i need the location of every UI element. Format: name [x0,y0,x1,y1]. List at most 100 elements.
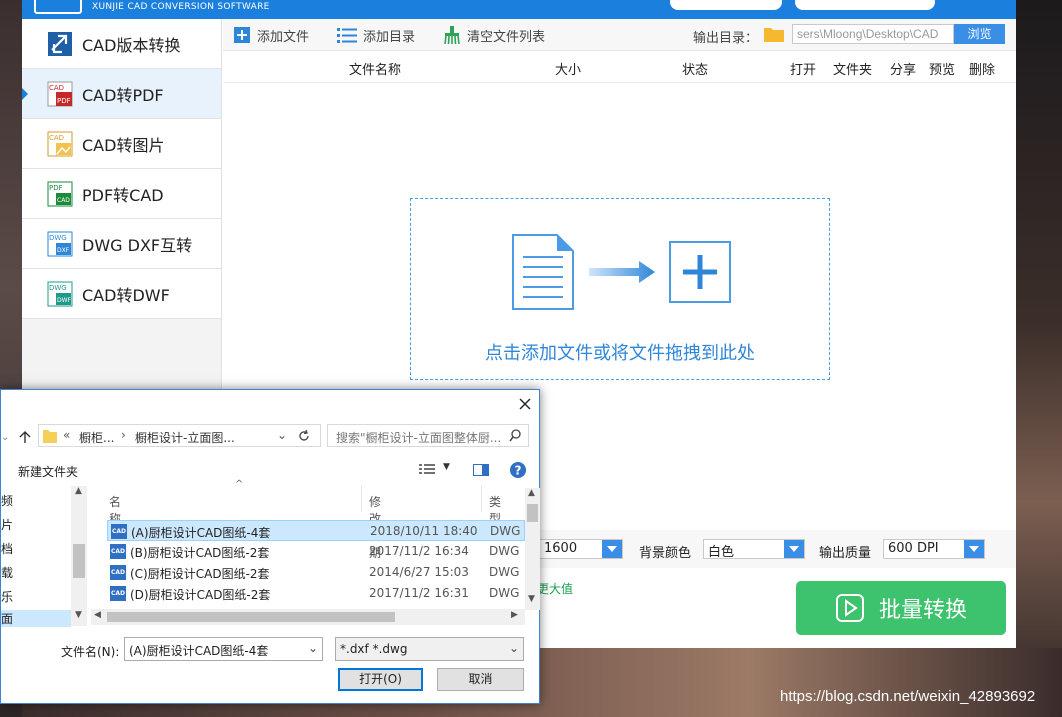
toolbar: 添加文件 添加目录 清空文件列表 输出目录： sers\Mloong\Deskt… [223,19,1016,51]
chevron-down-icon[interactable]: ⌄ [308,641,318,655]
cad-to-image-icon: CAD [47,131,73,156]
chevron-down-icon[interactable]: ⌄ [1,432,9,443]
svg-text:DWF: DWF [57,297,72,304]
svg-text:DXF: DXF [57,247,70,254]
list-icon [337,28,357,43]
tree-item[interactable]: 频 [1,492,13,509]
file-list-vertical-scrollbar[interactable]: ▲ ▼ [525,488,540,610]
folder-icon[interactable] [764,26,784,42]
tree-item[interactable]: 片 [1,516,13,533]
breadcrumb-item[interactable]: 橱柜... [79,429,114,446]
filename-input[interactable]: (A)厨柜设计CAD图纸-4套 ⌄ [124,637,323,661]
background-color-select[interactable]: 白色 [703,539,805,560]
up-arrow-icon[interactable] [18,430,32,444]
file-list-scroll-thumb[interactable] [527,504,538,522]
file-row[interactable]: CAD (D)厨柜设计CAD图纸-2套 2017/11/2 16:31 DWG [107,583,525,604]
file-date: 2014/6/27 15:03 [369,565,469,579]
chevron-down-icon[interactable]: ⌄ [277,428,287,442]
file-list-header: 文件名称 大小 状态 打开 文件夹 分享 预览 删除 [223,51,1016,83]
file-list-horizontal-scrollbar[interactable]: ◀ ▶ [91,609,525,625]
clear-list-button[interactable]: 清空文件列表 [443,24,545,46]
output-path-field[interactable]: sers\Mloong\Desktop\CAD [792,24,954,44]
svg-text:?: ? [515,464,522,478]
add-file-button[interactable]: 添加文件 [233,24,309,46]
add-plus-icon [669,241,731,303]
background-color-label: 背景颜色 [639,546,692,561]
file-type: DWG [489,586,520,600]
scroll-up-icon[interactable]: ▲ [75,486,82,496]
title-account-button[interactable] [670,0,782,10]
sidebar-item-cad-version[interactable]: CAD版本转换 [22,19,221,69]
file-row[interactable]: CAD (A)厨柜设计CAD图纸-4套 2018/10/11 18:40 DWG [107,520,525,541]
file-drop-zone[interactable]: 点击添加文件或将文件拖拽到此处 [410,198,830,380]
filename-label: 文件名(N): [61,645,120,659]
cad-file-icon: CAD [110,544,126,559]
scroll-left-icon[interactable]: ◀ [94,610,101,620]
file-type-filter-select[interactable]: *.dxf *.dwg ⌄ [335,637,524,661]
title-service-button[interactable] [795,0,935,10]
sidebar-item-pdf-to-cad[interactable]: PDF CAD PDF转CAD [22,169,221,219]
close-icon[interactable] [517,396,533,412]
address-bar[interactable]: « 橱柜... › 橱柜设计-立面图... ⌄ [38,424,321,447]
chevron-down-icon[interactable]: ▼ [443,462,450,472]
col-preview: 预览 [929,63,956,78]
file-list-hscroll-thumb[interactable] [107,612,395,622]
batch-convert-button[interactable]: 批量转换 [796,581,1006,635]
play-icon [835,594,864,622]
scroll-up-icon[interactable]: ▲ [528,488,535,498]
tree-scrollbar[interactable]: ▲ ▼ [71,486,87,626]
view-options-icon[interactable] [419,464,435,476]
svg-text:CAD: CAD [49,84,64,92]
file-type: DWG [490,524,521,538]
overflow-chevron-icon: « [63,428,71,442]
tree-scroll-thumb[interactable] [73,544,85,578]
scroll-down-icon[interactable]: ▼ [528,594,535,604]
cad-to-dwf-icon: DWG DWF [47,281,73,306]
add-file-label: 添加文件 [257,29,310,45]
chevron-down-icon [602,540,622,558]
pdf-to-cad-icon: PDF CAD [47,181,73,206]
chevron-down-icon [784,540,804,558]
cad-file-icon: CAD [110,565,126,580]
browse-button[interactable]: 浏览 [954,24,1005,44]
hint-text: 更大值 [537,582,574,596]
tree-item[interactable]: 乐 [1,588,13,605]
help-icon[interactable]: ? [509,461,527,479]
add-directory-button[interactable]: 添加目录 [337,24,415,46]
refresh-icon[interactable] [297,429,311,443]
add-directory-label: 添加目录 [363,29,416,45]
tree-item-desktop[interactable]: 面 [1,610,71,627]
new-folder-button[interactable]: 新建文件夹 [18,463,78,480]
open-button[interactable]: 打开(O) [338,668,423,691]
file-row[interactable]: CAD (C)厨柜设计CAD图纸-2套 2014/6/27 15:03 DWG [107,562,525,583]
sidebar-item-cad-to-pdf[interactable]: CAD PDF CAD转PDF [22,69,221,119]
file-date: 2017/11/2 16:31 [369,586,469,600]
desktop-background-right [1016,0,1062,717]
sort-ascending-icon: ^ [235,479,244,490]
sidebar-item-label: CAD转DWF [82,285,170,305]
scroll-down-icon[interactable]: ▼ [75,610,82,620]
size-select[interactable]: 1600 [539,539,623,559]
svg-text:PDF: PDF [49,184,63,192]
preview-pane-icon[interactable] [473,464,489,476]
svg-text:CAD: CAD [49,134,64,142]
breadcrumb-item[interactable]: 橱柜设计-立面图... [135,429,235,446]
output-quality-select[interactable]: 600 DPI [883,539,985,559]
tree-item[interactable]: 档 [1,540,13,557]
svg-text:CAD: CAD [57,197,70,204]
folder-icon [43,430,57,443]
sidebar-item-dwg-dxf[interactable]: DWG DXF DWG DXF互转 [22,219,221,269]
sidebar-item-cad-to-dwf[interactable]: DWG DWF CAD转DWF [22,269,221,319]
chevron-down-icon [964,540,984,558]
open-file-dialog: ⌄ « 橱柜... › 橱柜设计-立面图... ⌄ 搜索"橱柜设计-立面图整体厨… [0,389,540,704]
cancel-button[interactable]: 取消 [437,668,524,691]
file-row[interactable]: CAD (B)厨柜设计CAD图纸-2套 2017/11/2 16:34 DWG [107,541,525,562]
chevron-down-icon[interactable]: ⌄ [509,641,519,655]
search-input[interactable]: 搜索"橱柜设计-立面图整体厨... [327,424,529,447]
sidebar-item-cad-to-image[interactable]: CAD CAD转图片 [22,119,221,169]
file-name: (D)厨柜设计CAD图纸-2套 [130,588,271,602]
tree-item[interactable]: 载 [1,564,13,581]
file-name: (A)厨柜设计CAD图纸-4套 [131,526,271,540]
scroll-right-icon[interactable]: ▶ [511,610,518,620]
col-delete: 删除 [969,63,996,78]
